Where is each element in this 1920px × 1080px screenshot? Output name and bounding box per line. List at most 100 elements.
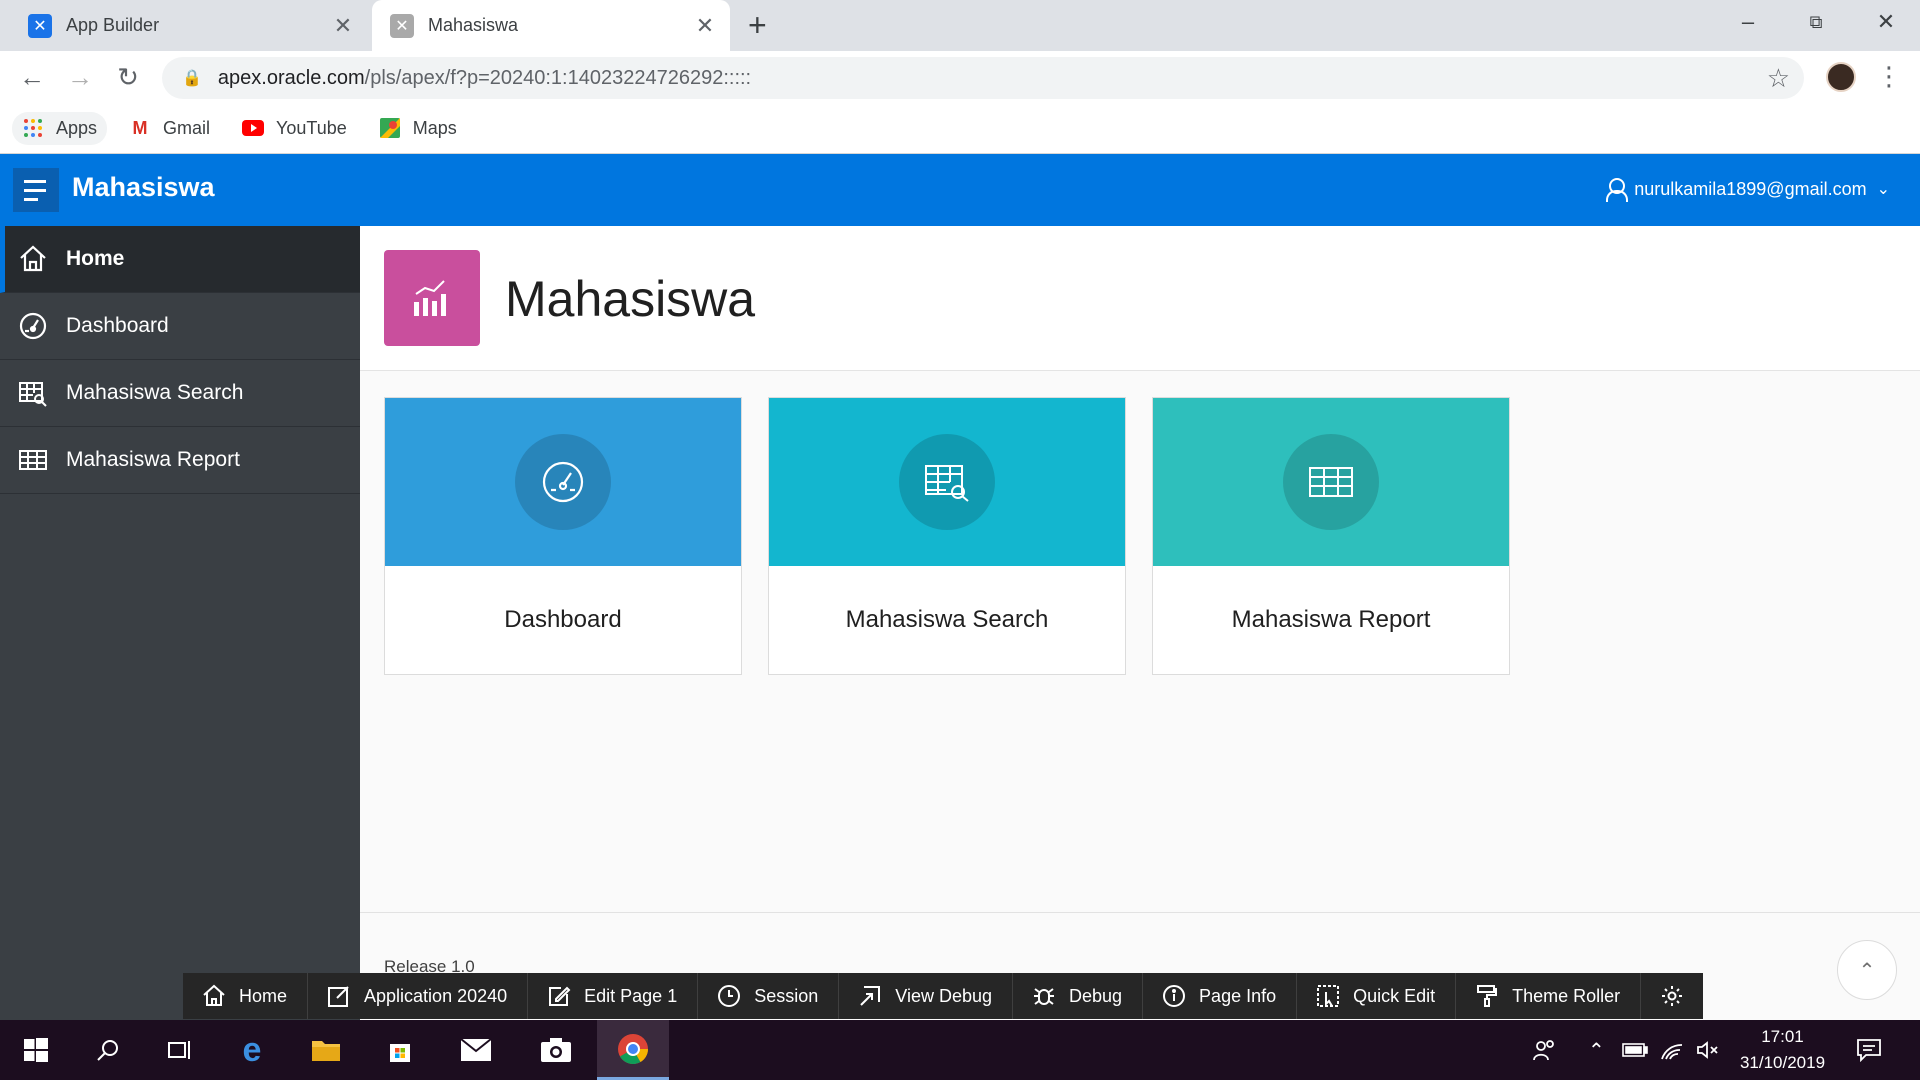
bookmark-star-icon[interactable]: ☆ xyxy=(1767,63,1790,94)
card-header xyxy=(1153,398,1509,566)
notifications-icon[interactable] xyxy=(1856,1020,1882,1080)
sidebar-item-dashboard[interactable]: Dashboard xyxy=(0,293,360,360)
task-view-icon[interactable] xyxy=(144,1020,216,1080)
dev-application-button[interactable]: Application 20240 xyxy=(308,973,529,1019)
maps-icon xyxy=(379,118,401,138)
dev-edit-page-button[interactable]: Edit Page 1 xyxy=(528,973,699,1019)
edge-browser-icon[interactable]: e xyxy=(216,1020,288,1080)
app-header: Mahasiswa nurulkamila1899@gmail.com ⌄ xyxy=(0,154,1920,226)
page-hero: Mahasiswa xyxy=(360,226,1920,371)
chevron-up-icon: ⌃ xyxy=(1858,959,1876,982)
mail-icon[interactable] xyxy=(440,1020,512,1080)
card-title: Mahasiswa Report xyxy=(1231,606,1431,633)
home-icon xyxy=(16,242,50,276)
minimize-icon[interactable]: – xyxy=(1714,0,1782,44)
close-window-icon[interactable]: ✕ xyxy=(1852,0,1920,44)
table-icon xyxy=(1283,434,1379,530)
browser-toolbar: ← → ↻ 🔒 apex.oracle.com/pls/apex/f?p=202… xyxy=(0,51,1920,103)
dev-button-label: Session xyxy=(754,985,819,1006)
bug-icon xyxy=(1031,983,1057,1009)
dev-quick-edit-button[interactable]: Quick Edit xyxy=(1297,973,1457,1019)
dev-button-label: Page Info xyxy=(1199,985,1277,1006)
dev-theme-roller-button[interactable]: Theme Roller xyxy=(1456,973,1642,1019)
chrome-icon[interactable] xyxy=(597,1020,669,1080)
sidebar-item-label: Home xyxy=(66,247,125,270)
bookmark-maps[interactable]: Maps xyxy=(369,112,467,145)
clock-time: 17:01 xyxy=(1761,1027,1804,1046)
battery-icon[interactable] xyxy=(1622,1020,1648,1080)
tab-title: Mahasiswa xyxy=(428,15,519,35)
apps-grid-icon xyxy=(22,118,44,138)
wifi-icon[interactable] xyxy=(1660,1020,1684,1080)
profile-avatar[interactable] xyxy=(1826,62,1856,92)
bookmark-label: Maps xyxy=(412,117,457,138)
chevron-down-icon: ⌄ xyxy=(1876,181,1890,198)
tab-mahasiswa[interactable]: ✕ Mahasiswa ✕ xyxy=(372,0,730,51)
user-email: nurulkamila1899@gmail.com xyxy=(1634,178,1867,199)
people-icon[interactable] xyxy=(1532,1020,1556,1080)
gear-icon xyxy=(1659,983,1685,1009)
file-explorer-icon[interactable] xyxy=(290,1020,362,1080)
bookmark-label: Apps xyxy=(56,117,98,138)
user-menu[interactable]: nurulkamila1899@gmail.com ⌄ xyxy=(1606,178,1890,202)
table-search-icon xyxy=(899,434,995,530)
new-tab-button[interactable]: + xyxy=(748,8,767,42)
sidebar-item-mahasiswa-search[interactable]: Mahasiswa Search xyxy=(0,360,360,427)
bookmark-apps[interactable]: Apps xyxy=(12,111,108,145)
dev-debug-button[interactable]: Debug xyxy=(1013,973,1144,1019)
search-icon[interactable] xyxy=(72,1020,144,1080)
dev-settings-button[interactable] xyxy=(1641,973,1703,1019)
reload-icon[interactable]: ↻ xyxy=(110,59,146,95)
table-icon xyxy=(16,443,50,477)
dev-page-info-button[interactable]: Page Info xyxy=(1143,973,1298,1019)
sidebar-item-mahasiswa-report[interactable]: Mahasiswa Report xyxy=(0,427,360,494)
lock-icon: 🔒 xyxy=(182,70,202,87)
back-icon[interactable]: ← xyxy=(14,59,50,95)
main-content: Mahasiswa Dashboard Mahasiswa Search Mah… xyxy=(360,226,1920,1020)
card-dashboard[interactable]: Dashboard xyxy=(384,397,742,675)
restore-icon[interactable]: ⧉ xyxy=(1782,0,1850,44)
view-debug-icon xyxy=(857,983,883,1009)
close-tab-icon[interactable]: ✕ xyxy=(690,13,720,39)
dev-button-label: Edit Page 1 xyxy=(584,985,678,1006)
dev-button-label: Theme Roller xyxy=(1512,985,1621,1006)
info-icon xyxy=(1161,983,1187,1009)
bookmark-youtube[interactable]: YouTube xyxy=(232,112,357,145)
dashboard-icon xyxy=(515,434,611,530)
scroll-to-top-button[interactable]: ⌃ xyxy=(1837,940,1897,1000)
menu-toggle-button[interactable] xyxy=(13,168,59,212)
taskbar-clock[interactable]: 17:01 31/10/2019 xyxy=(1730,1024,1835,1076)
dashboard-icon xyxy=(16,309,50,343)
sidebar-item-label: Mahasiswa Search xyxy=(66,381,244,404)
store-icon[interactable] xyxy=(364,1020,436,1080)
sidebar-item-home[interactable]: Home xyxy=(0,226,360,293)
card-mahasiswa-search[interactable]: Mahasiswa Search xyxy=(768,397,1126,675)
dev-session-button[interactable]: Session xyxy=(698,973,840,1019)
dev-view-debug-button[interactable]: View Debug xyxy=(839,973,1013,1019)
camera-icon[interactable] xyxy=(520,1020,592,1080)
dev-button-label: Debug xyxy=(1069,985,1123,1006)
bookmark-gmail[interactable]: M Gmail xyxy=(119,112,220,145)
developer-toolbar: Home Application 20240 Edit Page 1 Sessi… xyxy=(183,973,1704,1019)
bookmarks-bar: Apps M Gmail YouTube Maps xyxy=(0,103,1920,154)
home-icon xyxy=(201,983,227,1009)
address-bar[interactable]: 🔒 apex.oracle.com/pls/apex/f?p=20240:1:1… xyxy=(162,57,1804,99)
footer-divider xyxy=(360,912,1920,913)
dev-home-button[interactable]: Home xyxy=(183,973,309,1019)
browser-menu-icon[interactable]: ⋮ xyxy=(1876,61,1902,92)
forward-icon[interactable]: → xyxy=(62,59,98,95)
windows-taskbar: e ⌃ 17:01 31/10/2019 xyxy=(0,1020,1920,1080)
table-search-icon xyxy=(16,376,50,410)
address-path: /pls/apex/f?p=20240:1:14023224726292::::… xyxy=(364,66,752,89)
windows-start-icon[interactable] xyxy=(0,1020,72,1080)
close-tab-icon[interactable]: ✕ xyxy=(328,13,358,39)
volume-muted-icon[interactable] xyxy=(1696,1020,1720,1080)
tray-overflow-icon[interactable]: ⌃ xyxy=(1588,1020,1605,1080)
edit-app-icon xyxy=(326,983,352,1009)
card-mahasiswa-report[interactable]: Mahasiswa Report xyxy=(1152,397,1510,675)
dev-button-label: Application 20240 xyxy=(364,985,508,1006)
app-title[interactable]: Mahasiswa xyxy=(72,172,215,203)
user-icon xyxy=(1606,178,1629,202)
address-host: apex.oracle.com xyxy=(217,66,365,89)
tab-app-builder[interactable]: ✕ App Builder ✕ xyxy=(0,0,368,51)
